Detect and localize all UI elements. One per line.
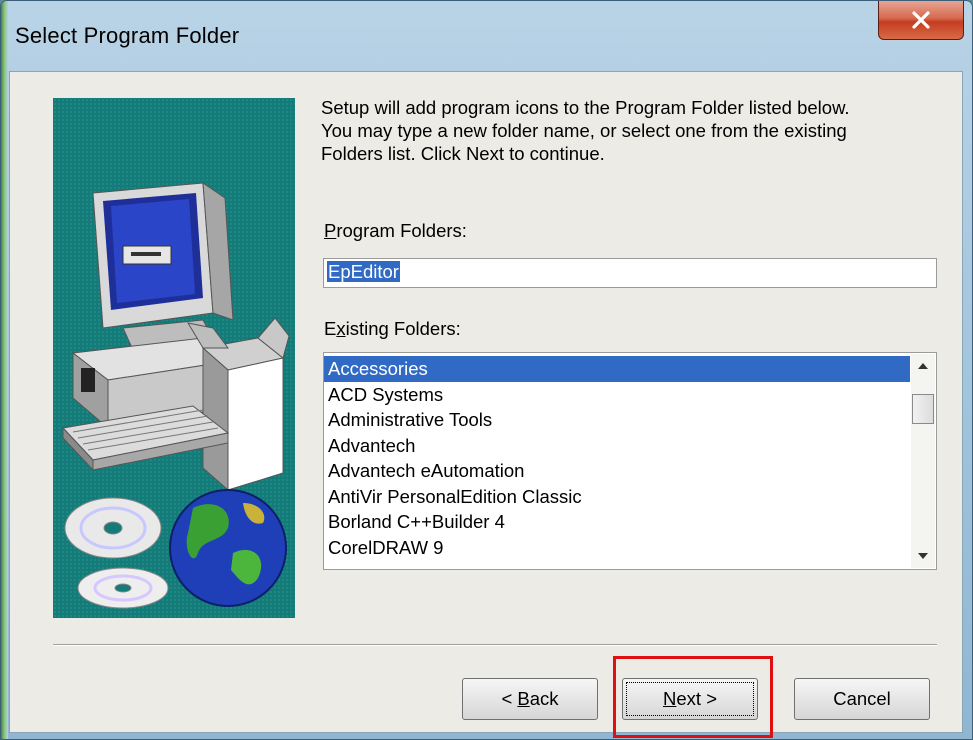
button-label: <	[501, 688, 518, 709]
arrow-down-icon	[918, 553, 928, 559]
program-folder-value: EpEditor	[327, 261, 400, 282]
close-button[interactable]	[878, 1, 964, 40]
dialog-body: Setup will add program icons to the Prog…	[9, 71, 963, 738]
next-button[interactable]: Next >	[622, 678, 758, 720]
window-title: Select Program Folder	[15, 23, 240, 48]
folder-list-item[interactable]: Administrative Tools	[324, 407, 910, 433]
existing-folders-list[interactable]: Accessories ACD Systems Administrative Too…	[323, 352, 937, 570]
instructions-line: Setup will add program icons to the Prog…	[321, 97, 850, 118]
mnemonic: x	[336, 318, 346, 339]
button-label: ext >	[676, 688, 717, 709]
instructions-line: You may type a new folder name, or selec…	[321, 120, 847, 141]
folder-list-items: Accessories ACD Systems Administrative Too…	[324, 356, 910, 560]
folder-list-item[interactable]: Advantech eAutomation	[324, 458, 910, 484]
label-text: isting Folders:	[345, 318, 461, 339]
scroll-up-button[interactable]	[911, 354, 935, 378]
cancel-button[interactable]: Cancel	[794, 678, 930, 720]
program-folder-input[interactable]: EpEditor	[323, 258, 937, 288]
back-button[interactable]: < Back	[462, 678, 598, 720]
instructions-text: Setup will add program icons to the Prog…	[321, 96, 946, 165]
folder-list-item[interactable]: Accessories	[324, 356, 910, 382]
instructions-line: Folders list. Click Next to continue.	[321, 143, 605, 164]
setup-illustration	[53, 98, 295, 618]
folder-list-item[interactable]: Advantech	[324, 433, 910, 459]
label-text: rogram Folders:	[336, 220, 467, 241]
existing-folders-label: Existing Folders:	[324, 318, 461, 340]
program-folders-label: Program Folders:	[324, 220, 467, 242]
label-text: E	[324, 318, 337, 339]
folder-list-item[interactable]: AntiVir PersonalEdition Classic	[324, 484, 910, 510]
scroll-thumb[interactable]	[912, 394, 934, 424]
button-label: ack	[529, 688, 559, 709]
folder-list-item[interactable]: Borland C++Builder 4	[324, 509, 910, 535]
mnemonic: P	[324, 220, 337, 241]
vertical-scrollbar[interactable]	[911, 354, 935, 568]
folder-list-item[interactable]: ACD Systems	[324, 382, 910, 408]
separator-line	[53, 644, 937, 646]
mnemonic: N	[663, 688, 677, 709]
computer-globe-image	[61, 182, 290, 609]
button-label: Cancel	[833, 688, 891, 709]
title-bar[interactable]: Select Program Folder	[1, 1, 972, 71]
mnemonic: B	[517, 688, 530, 709]
scroll-down-button[interactable]	[911, 544, 935, 568]
setup-dialog: Select Program Folder Setup will add pro…	[0, 0, 973, 740]
arrow-up-icon	[918, 363, 928, 369]
close-icon	[912, 11, 930, 29]
folder-list-item[interactable]: CorelDRAW 9	[324, 535, 910, 561]
